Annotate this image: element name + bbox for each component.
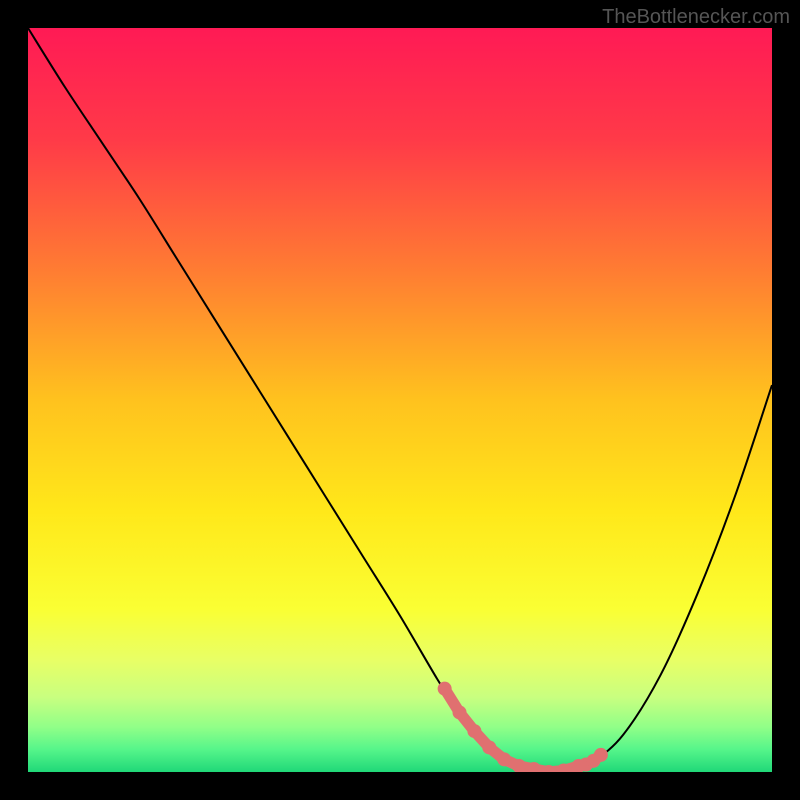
chart-area bbox=[28, 28, 772, 772]
feasible-region-dots bbox=[438, 682, 608, 772]
watermark-text: TheBottlenecker.com bbox=[602, 6, 790, 29]
bottleneck-curve bbox=[28, 28, 772, 772]
chart-curve-layer bbox=[28, 28, 772, 772]
